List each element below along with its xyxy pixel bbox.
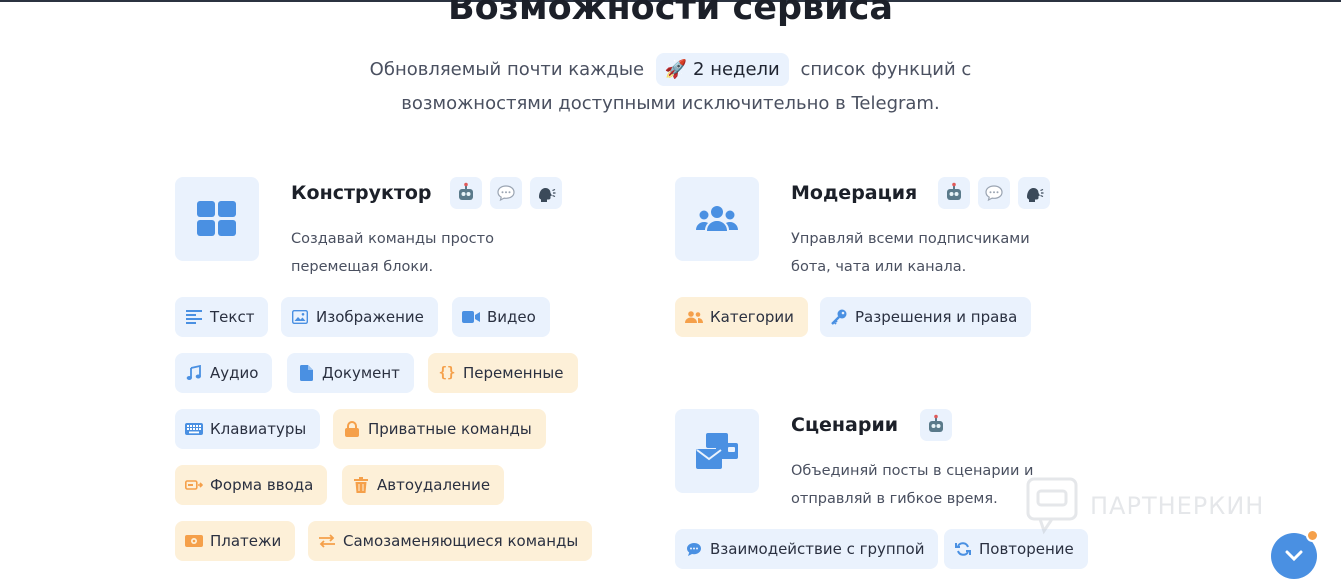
- chip-private-commands[interactable]: Приватные команды: [333, 409, 546, 449]
- chip-label: Платежи: [210, 532, 282, 550]
- notification-dot: [1306, 529, 1319, 542]
- update-frequency-text: 2 недели: [693, 59, 780, 80]
- chip-label: Категории: [710, 308, 794, 326]
- document-icon: [297, 364, 315, 382]
- chip-input-form[interactable]: Форма ввода: [175, 465, 328, 505]
- chat-icon: [490, 177, 522, 209]
- swap-arrows-icon: [318, 532, 336, 550]
- moderation-description: Управляй всеми подписчиками бота, чата и…: [791, 225, 1061, 281]
- subtitle-suffix: список функций с: [800, 59, 972, 80]
- scenarios-desc-line2: отправляй в гибкое время.: [791, 491, 998, 507]
- section-subtitle: Обновляемый почти каждые 🚀 2 недели спис…: [0, 53, 1341, 86]
- speaking-head-icon: [530, 177, 562, 209]
- chip-image[interactable]: Изображение: [281, 297, 438, 337]
- chip-variables[interactable]: {} Переменные: [428, 353, 578, 393]
- chip-label: Самозаменяющиеся команды: [343, 532, 579, 550]
- scenarios-title: Сценарии: [791, 414, 899, 436]
- repeat-icon: [954, 540, 972, 558]
- constructor-desc-line2: перемещая блоки.: [291, 259, 434, 275]
- moderation-desc-line1: Управляй всеми подписчиками: [791, 231, 1030, 247]
- chat-icon: [978, 177, 1010, 209]
- chip-label: Повторение: [979, 540, 1074, 558]
- trash-icon: [352, 476, 370, 494]
- chevron-down-icon: [1285, 550, 1303, 562]
- chip-label: Аудио: [210, 364, 259, 382]
- rocket-icon: 🚀: [664, 59, 688, 80]
- subtitle-prefix: Обновляемый почти каждые: [369, 59, 645, 80]
- chip-label: Приватные команды: [368, 420, 532, 438]
- chip-audio[interactable]: Аудио: [175, 353, 273, 393]
- users-icon: [685, 308, 703, 326]
- chip-label: Форма ввода: [210, 476, 314, 494]
- lock-icon: [343, 420, 361, 438]
- video-camera-icon: [462, 308, 480, 326]
- constructor-desc-line1: Создавай команды просто: [291, 231, 494, 247]
- input-form-icon: [185, 476, 203, 494]
- constructor-grid-icon: [175, 177, 259, 261]
- chip-label: Переменные: [463, 364, 564, 382]
- chip-keyboards[interactable]: Клавиатуры: [175, 409, 321, 449]
- section-title: Возможности сервиса: [447, 0, 894, 28]
- scenarios-desc-line1: Объединяй посты в сценарии и: [791, 463, 1034, 479]
- chip-repeat[interactable]: Повторение: [944, 529, 1088, 569]
- chip-label: Разрешения и права: [855, 308, 1018, 326]
- chip-self-replacing-commands[interactable]: Самозаменяющиеся команды: [308, 521, 593, 561]
- watermark-text: ПАРТНЕРКИН: [1090, 492, 1265, 520]
- image-icon: [291, 308, 309, 326]
- moderation-title: Модерация: [791, 182, 918, 204]
- chip-auto-delete[interactable]: Автоудаление: [342, 465, 505, 505]
- chip-label: Видео: [487, 308, 536, 326]
- scenarios-description: Объединяй посты в сценарии и отправляй в…: [791, 457, 1061, 513]
- chip-label: Автоудаление: [377, 476, 491, 494]
- keyboard-icon: [185, 420, 203, 438]
- chip-document[interactable]: Документ: [287, 353, 414, 393]
- speaking-head-icon: [1018, 177, 1050, 209]
- chip-label: Документ: [322, 364, 400, 382]
- chip-video[interactable]: Видео: [452, 297, 550, 337]
- curly-braces-icon: {}: [438, 365, 456, 381]
- moderation-desc-line2: бота, чата или канала.: [791, 259, 967, 275]
- chip-payments[interactable]: Платежи: [175, 521, 296, 561]
- chip-categories[interactable]: Категории: [675, 297, 808, 337]
- watermark-logo-icon: [1026, 477, 1078, 535]
- constructor-title: Конструктор: [291, 182, 432, 204]
- money-icon: [185, 532, 203, 550]
- bot-icon: [938, 177, 970, 209]
- chip-label: Клавиатуры: [210, 420, 307, 438]
- bot-icon: [450, 177, 482, 209]
- chip-text[interactable]: Текст: [175, 297, 269, 337]
- moderation-users-icon: [675, 177, 759, 261]
- scenarios-mail-bulk-icon: [675, 409, 759, 493]
- watermark: ПАРТНЕРКИН: [1026, 477, 1264, 535]
- chip-label: Взаимодействие с группой: [710, 540, 925, 558]
- bot-icon: [920, 409, 952, 441]
- music-note-icon: [185, 364, 203, 382]
- key-icon: [830, 308, 848, 326]
- text-align-icon: [185, 308, 203, 326]
- chip-group-interaction[interactable]: Взаимодействие с группой: [675, 529, 939, 569]
- constructor-description: Создавай команды просто перемещая блоки.: [291, 225, 561, 281]
- comment-dots-icon: [685, 540, 703, 558]
- section-subtitle-line2: возможностями доступными исключительно в…: [401, 93, 940, 114]
- chip-label: Текст: [210, 308, 255, 326]
- chip-permissions[interactable]: Разрешения и права: [820, 297, 1032, 337]
- update-frequency-badge: 🚀 2 недели: [655, 53, 789, 86]
- chip-label: Изображение: [316, 308, 424, 326]
